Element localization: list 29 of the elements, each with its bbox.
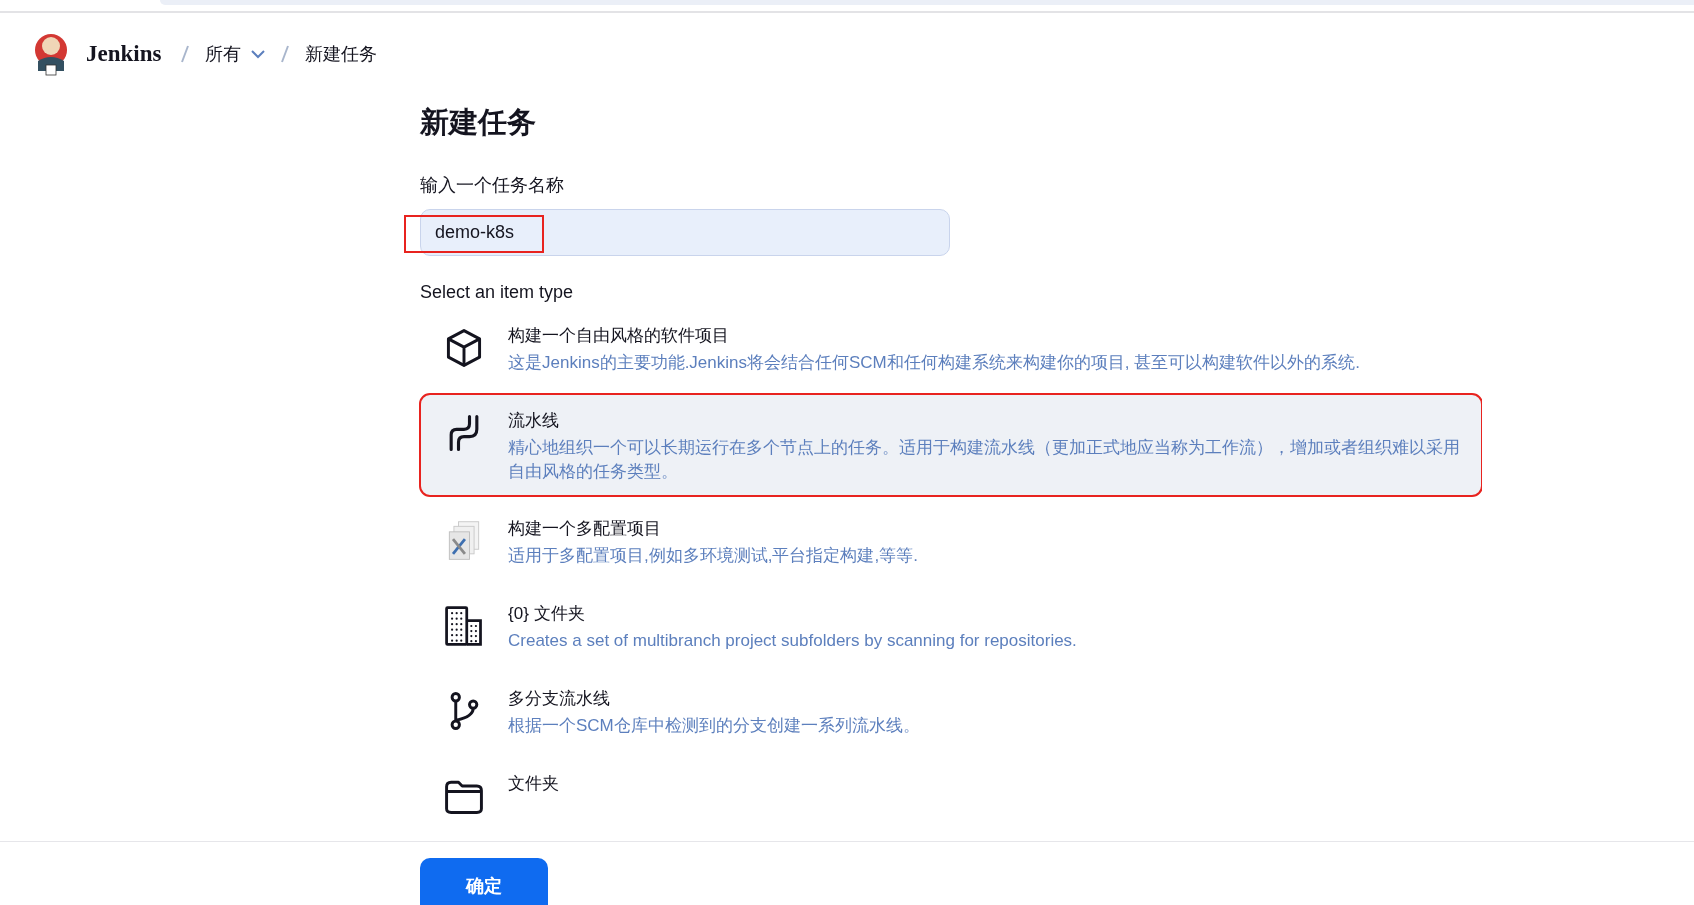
option-title: 多分支流水线 [508, 688, 611, 710]
option-description: 根据一个SCM仓库中检测到的分支创建一系列流水线。 [508, 715, 920, 737]
item-type-option[interactable]: 构建一个自由风格的软件项目 这是Jenkins的主要功能.Jenkins将会结合任何SCM和任何构建系统来构建你的项目, 甚至可以构建软件以外的系统. [420, 309, 1482, 388]
breadcrumb-link[interactable]: 新建任务 [305, 42, 378, 66]
page-title: 新建任务 [420, 105, 537, 140]
option-title: 流水线 [508, 409, 560, 432]
option-title: 文件夹 [508, 772, 559, 795]
item-type-option[interactable]: 多分支流水线 根据一个SCM仓库中检测到的分支创建一系列流水线。 [420, 672, 1482, 751]
item-type-option[interactable]: 构建一个多配置项目 适用于多配置项目,例如多环境测试,平台指定构建,等等. [420, 502, 1482, 582]
option-description: Creates a set of multibranch project subfolders by scanning for repositories. [508, 630, 1077, 653]
option-description: 适用于多配置项目,例如多环境测试,平台指定构建,等等. [508, 545, 918, 568]
option-title: 构建一个自由风格的软件项目 [508, 325, 730, 347]
breadcrumb-separator [181, 45, 190, 63]
item-type-option[interactable]: 流水线 精心地组织一个可以长期运行在多个节点上的任务。适用于构建流水线（更加正式地应当称为工作流），增加或者组织难以采用自由风格的任务类型。 [420, 393, 1482, 497]
breadcrumb-link[interactable]: 所有 [205, 42, 266, 66]
butler-logo-icon [32, 31, 70, 77]
ok-button[interactable]: 确定 [420, 858, 548, 905]
item-type-option[interactable]: 文件夹 [420, 756, 1482, 831]
section-label: Select an item type [420, 282, 575, 303]
option-description: 这是Jenkins的主要功能.Jenkins将会结合任何SCM和任何构建系统来构建你的项目, 甚至可以构建软件以外的系统. [508, 352, 1360, 374]
brand-name[interactable]: Jenkins [86, 41, 162, 67]
chevron-down-icon[interactable] [251, 49, 266, 59]
option-title: {0} 文件夹 [508, 603, 586, 626]
option-description: 精心地组织一个可以长期运行在多个节点上的任务。适用于构建流水线（更加正式地应当称为工作流），增加或者组织难以采用自由风格的任务类型。 [508, 436, 1460, 483]
option-title: 构建一个多配置项目 [508, 518, 662, 541]
breadcrumb-separator [281, 45, 290, 63]
field-label: 输入一个任务名称 [420, 174, 565, 197]
item-type-option[interactable]: {0} 文件夹 Creates a set of multibranch project subfolders by scanning for repositories. [420, 587, 1482, 666]
task-name-field[interactable]: demo-k8s [420, 209, 950, 256]
